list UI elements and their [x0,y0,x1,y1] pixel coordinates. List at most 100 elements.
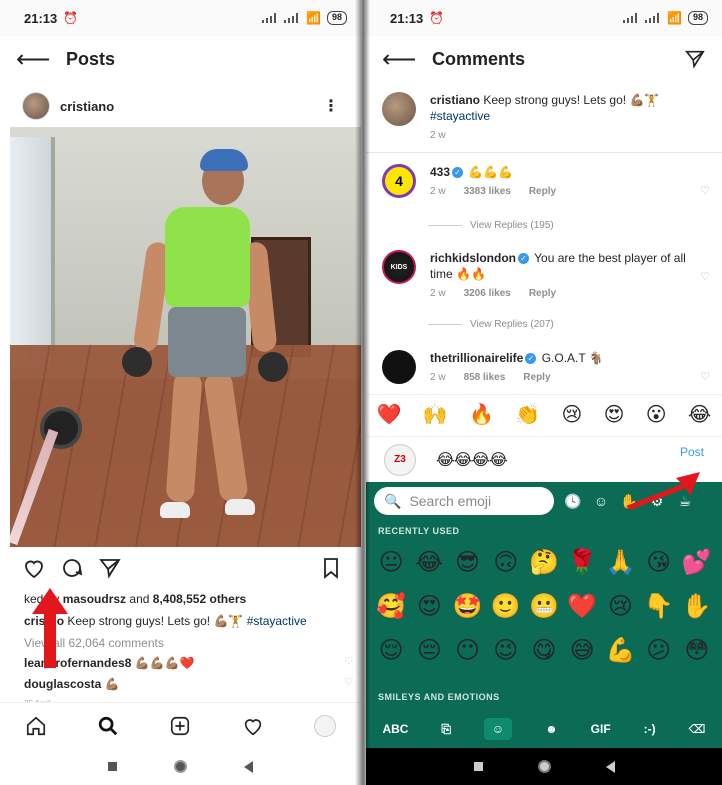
avatar[interactable] [382,350,416,384]
back-arrow-icon[interactable]: ⟵ [382,45,422,74]
signal-icon [623,13,639,23]
post-actions [22,551,343,585]
reaction-raised-hands[interactable]: 🙌 [423,402,448,427]
profile-avatar[interactable] [313,714,336,737]
emoji-key[interactable]: 👇 [640,590,678,624]
post-button[interactable]: Post [680,445,704,459]
direct-message-icon[interactable] [684,48,706,70]
emoji-key[interactable]: 🙃 [487,546,525,580]
emoji-key[interactable]: 🙂 [487,590,525,624]
reaction-clap[interactable]: 👏 [515,402,540,427]
avatar[interactable]: 4 [382,164,416,198]
verified-badge-icon: ✓ [452,167,464,179]
signal-icon [284,13,300,23]
emoji-key[interactable]: 😢 [601,590,639,624]
avatar[interactable] [22,92,50,120]
home-button-icon[interactable] [537,760,551,773]
emoji-tab-icon[interactable]: ☺ [483,718,513,740]
emoji-key[interactable]: 💪 [601,634,639,668]
post-username[interactable]: cristiano [60,99,114,114]
comment-like-icon[interactable]: ♡ [700,370,710,383]
comment-like-icon[interactable]: ♡ [700,184,710,197]
backspace-icon[interactable]: ⌫ [689,722,706,736]
post-photo[interactable] [10,127,361,547]
bookmark-icon[interactable] [319,556,343,580]
emoji-key[interactable]: 😳 [678,634,716,668]
posts-screen: 21:13 ⏰ 📶 98 ⟵ Posts cristiano ⋮ ked mas… [0,0,361,785]
home-icon[interactable] [25,715,47,737]
reaction-heart[interactable]: ❤️ [377,402,402,427]
emoji-grid: 😐 😂 😎 🙃 🤔 🌹 🙏 😘 💕 🥰 😍 🤩 🙂 😬 ❤️ 😢 👇 ✋ 😌 😔… [372,546,716,668]
avatar[interactable] [382,92,416,126]
emoji-key[interactable]: 🤩 [448,590,486,624]
like-heart-icon[interactable] [22,556,46,580]
back-triangle-icon[interactable] [605,760,615,773]
emoji-key[interactable]: 😘 [640,546,678,580]
emoji-key[interactable]: 😕 [640,634,678,668]
emoji-key[interactable]: 💕 [678,546,716,580]
emoji-key[interactable]: 😔 [410,634,448,668]
bitmoji-icon[interactable]: ☻ [545,722,558,736]
emoji-key[interactable]: 🌹 [563,546,601,580]
comment-like-icon[interactable]: ♡ [700,270,710,283]
recents-icon[interactable] [108,762,118,771]
section-label: SMILEYS AND EMOTIONS [378,692,500,702]
emoji-key[interactable]: 😍 [410,590,448,624]
avatar[interactable]: KIDS [382,250,416,284]
emoji-key[interactable]: 😐 [372,546,410,580]
recents-icon[interactable] [473,762,483,771]
smiley-category-icon[interactable]: ☺ [592,493,610,510]
section-label: RECENTLY USED [378,526,460,536]
reaction-fire[interactable]: 🔥 [469,402,494,427]
emoticon-key[interactable]: :-) [644,722,656,736]
reaction-heart-eyes[interactable]: 😍 [604,402,625,427]
search-icon: 🔍 [384,492,402,509]
emoji-key[interactable]: 🙏 [601,546,639,580]
view-replies-link[interactable]: View Replies (207) [428,319,554,330]
divider [366,152,722,153]
status-time: 21:13 [24,10,58,26]
sticker-icon[interactable]: ⎘ [441,722,451,737]
more-options-icon[interactable]: ⋮ [323,96,339,116]
back-triangle-icon[interactable] [243,760,253,773]
battery-icon: 98 [687,11,708,25]
verified-badge-icon: ✓ [518,253,530,265]
emoji-key[interactable]: 😎 [448,546,486,580]
system-nav-bar [0,748,361,785]
emoji-search-input[interactable]: 🔍 Search emoji [374,487,554,515]
panel-divider [355,0,370,785]
emoji-key[interactable]: 😬 [525,590,563,624]
share-icon[interactable] [98,556,122,580]
search-icon[interactable] [97,715,119,737]
emoji-key[interactable]: 🥰 [372,590,410,624]
emoji-key[interactable]: 🤔 [525,546,563,580]
abc-key[interactable]: ABC [382,722,408,736]
list-item: KIDS richkidslondon ✓ You are the best pl… [382,250,710,300]
comment-icon[interactable] [60,556,84,580]
verified-badge-icon: ✓ [525,353,537,365]
comment-like-icon[interactable]: ♡ [344,677,353,688]
emoji-key[interactable]: ❤️ [563,590,601,624]
recent-clock-icon[interactable]: 🕓 [564,493,582,510]
list-item: 4 433 ✓ 💪💪💪 2 w 3383 likes Reply ♡ [382,164,710,204]
reaction-crying[interactable]: 😢 [561,402,582,427]
reaction-surprised[interactable]: 😮 [646,402,667,427]
emoji-key[interactable]: 😅 [563,634,601,668]
emoji-key[interactable]: 😌 [372,634,410,668]
emoji-key[interactable]: 😶 [448,634,486,668]
page-title: Posts [66,48,116,69]
emoji-key[interactable]: 😉 [487,634,525,668]
emoji-key[interactable]: ✋ [678,590,716,624]
comment-input[interactable]: 😂😂😂😂 [436,450,508,470]
reaction-laughing[interactable]: 😂 [688,402,711,427]
back-arrow-icon[interactable]: ⟵ [16,45,56,74]
battery-icon: 98 [326,11,347,25]
emoji-key[interactable]: 😋 [525,634,563,668]
activity-heart-icon[interactable] [242,715,264,737]
new-post-icon[interactable] [169,715,191,737]
view-replies-link[interactable]: View Replies (195) [428,220,554,231]
comment-like-icon[interactable]: ♡ [344,656,353,667]
home-button-icon[interactable] [173,760,187,773]
gif-key[interactable]: GIF [591,722,611,736]
emoji-key[interactable]: 😂 [410,546,448,580]
